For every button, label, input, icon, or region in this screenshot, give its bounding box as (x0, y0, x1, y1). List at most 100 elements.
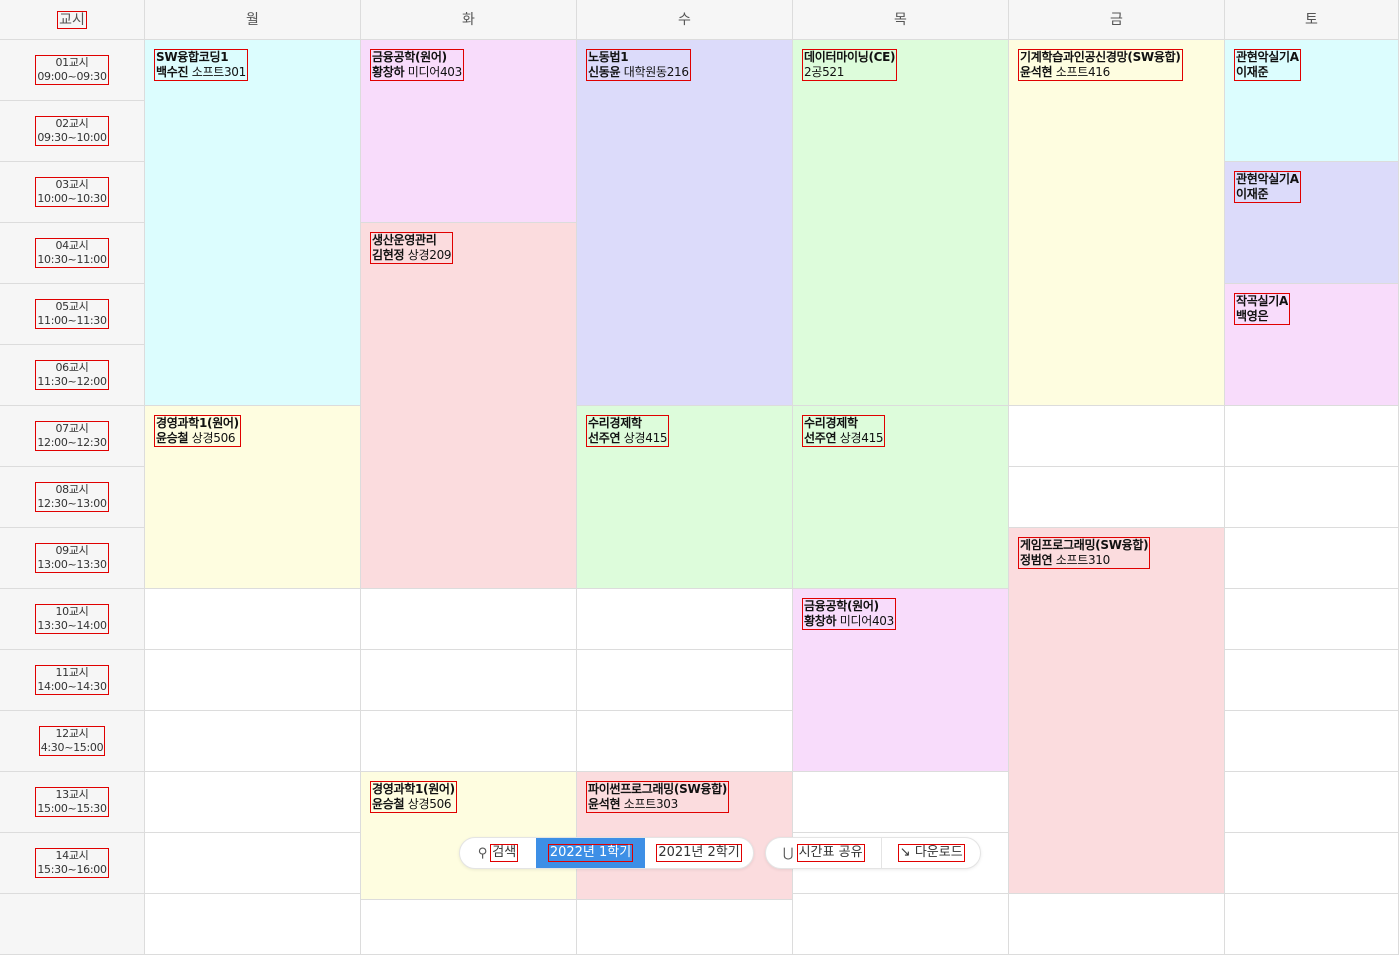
period-cell: 01교시 09:00~09:30 (0, 40, 145, 101)
period-time: 14:00~14:30 (37, 680, 107, 693)
timetable-grid: 교시 월 화 수 목 금 토 01교시 09:00~09:30 02교시 09:30~10:00 03… (0, 0, 1399, 955)
course-title: 파이썬프로그래밍(SW융합) (588, 782, 728, 796)
period-time: 15:30~16:00 (37, 863, 107, 876)
course-block[interactable]: 금융공학(원어) 황창하 미디어403 (793, 589, 1009, 772)
course-title: 생산운영관리 (372, 233, 437, 247)
empty-slot[interactable] (1225, 589, 1399, 650)
semester-pill: ⚲ 검색 2022년 1학기 2021년 2학기 (459, 837, 754, 869)
period-label: 12교시 4:30~15:00 (38, 726, 106, 756)
course-detail: 황창하 미디어403 (804, 614, 894, 629)
day-header-label: 토 (1305, 11, 1318, 28)
course-block[interactable]: 데이터마이닝(CE) 2공521 (793, 40, 1009, 406)
course-professor: 백영은 (1236, 309, 1269, 323)
course-label: 데이터마이닝(CE) 2공521 (802, 49, 898, 81)
empty-slot[interactable] (361, 650, 577, 711)
empty-slot[interactable] (145, 833, 361, 894)
course-title: 금융공학(원어) (372, 50, 447, 64)
course-block[interactable]: 게임프로그래밍(SW융합) 정범연 소프트310 (1009, 528, 1225, 894)
period-cell: 11교시 14:00~14:30 (0, 650, 145, 711)
empty-slot[interactable] (361, 589, 577, 650)
empty-slot[interactable] (577, 650, 793, 711)
empty-slot[interactable] (361, 711, 577, 772)
course-professor: 황창하 (372, 65, 405, 79)
course-label: 노동법1 신동윤 대학원동216 (586, 49, 691, 81)
empty-slot[interactable] (145, 772, 361, 833)
empty-slot[interactable] (1009, 467, 1225, 528)
course-block[interactable]: 관현악실기A 이재준 (1225, 40, 1399, 162)
download-label: 다운로드 (914, 845, 963, 860)
empty-slot[interactable] (145, 894, 361, 955)
period-label: 08교시 12:30~13:00 (35, 482, 109, 512)
semester-tab-current[interactable]: 2022년 1학기 (536, 838, 645, 868)
empty-slot[interactable] (793, 772, 1009, 833)
empty-slot[interactable] (145, 650, 361, 711)
share-timetable-button[interactable]: ⋃ 시간표 공유 (766, 838, 881, 868)
period-name: 08교시 (55, 483, 89, 496)
empty-slot[interactable] (577, 711, 793, 772)
course-block[interactable]: 수리경제학 선주연 상경415 (577, 406, 793, 589)
course-block[interactable]: 관현악실기A 이재준 (1225, 162, 1399, 284)
course-room: 소프트310 (1055, 553, 1111, 567)
course-detail: 윤승철 상경506 (156, 431, 239, 446)
period-cell: 06교시 11:30~12:00 (0, 345, 145, 406)
period-cell: 03교시 10:00~10:30 (0, 162, 145, 223)
course-block[interactable]: 기계학습과인공신경망(SW융합) 윤석현 소프트416 (1009, 40, 1225, 406)
course-block[interactable]: SW융합코딩1 백수진 소프트301 (145, 40, 361, 406)
course-block[interactable]: 파이썬프로그래밍(SW융합) 윤석현 소프트303 (577, 772, 793, 900)
period-name: 06교시 (55, 361, 89, 374)
course-label: 기계학습과인공신경망(SW융합) 윤석현 소프트416 (1018, 49, 1183, 81)
empty-slot[interactable] (1225, 894, 1399, 955)
download-label-box: ↘ 다운로드 (897, 844, 965, 862)
course-detail: 이재준 (1236, 187, 1299, 202)
empty-slot[interactable] (1009, 406, 1225, 467)
course-block[interactable]: 작곡실기A 백영은 (1225, 284, 1399, 406)
download-button[interactable]: ↘ 다운로드 (882, 838, 980, 868)
course-detail: 백영은 (1236, 309, 1288, 324)
course-professor: 윤승철 (156, 431, 189, 445)
empty-slot[interactable] (1225, 467, 1399, 528)
action-pill: ⋃ 시간표 공유 ↘ 다운로드 (765, 837, 981, 869)
empty-slot[interactable] (577, 894, 793, 955)
course-professor: 선주연 (804, 431, 837, 445)
empty-slot[interactable] (793, 894, 1009, 955)
period-cell: 08교시 12:30~13:00 (0, 467, 145, 528)
course-block[interactable]: 경영과학1(원어) 윤승철 상경506 (361, 772, 577, 900)
course-block[interactable]: 경영과학1(원어) 윤승철 상경506 (145, 406, 361, 589)
empty-slot[interactable] (361, 894, 577, 955)
course-block[interactable]: 노동법1 신동윤 대학원동216 (577, 40, 793, 406)
empty-slot[interactable] (1225, 650, 1399, 711)
empty-slot[interactable] (577, 589, 793, 650)
period-cell: 10교시 13:30~14:00 (0, 589, 145, 650)
semester-tab-previous[interactable]: 2021년 2학기 (645, 838, 753, 868)
period-time: 4:30~15:00 (40, 741, 104, 754)
empty-slot[interactable] (145, 711, 361, 772)
course-title: 경영과학1(원어) (156, 416, 239, 430)
empty-slot[interactable] (1009, 894, 1225, 955)
course-title: 기계학습과인공신경망(SW융합) (1020, 50, 1181, 64)
empty-slot[interactable] (145, 589, 361, 650)
course-room: 소프트416 (1055, 65, 1111, 79)
course-professor: 정범연 (1020, 553, 1053, 567)
course-label: 금융공학(원어) 황창하 미디어403 (802, 598, 896, 630)
search-button[interactable]: ⚲ 검색 (460, 838, 536, 868)
period-name: 04교시 (55, 239, 89, 252)
period-name: 03교시 (55, 178, 89, 191)
course-block[interactable]: 금융공학(원어) 황창하 미디어403 (361, 40, 577, 223)
period-label: 04교시 10:30~11:00 (35, 238, 109, 268)
period-label: 11교시 14:00~14:30 (35, 665, 109, 695)
course-room: 소프트303 (623, 797, 679, 811)
course-professor: 이재준 (1236, 65, 1269, 79)
empty-slot[interactable] (1225, 528, 1399, 589)
course-room: 상경415 (839, 431, 884, 445)
course-block[interactable]: 수리경제학 선주연 상경415 (793, 406, 1009, 589)
period-time: 10:00~10:30 (37, 192, 107, 205)
empty-slot[interactable] (1225, 711, 1399, 772)
empty-slot[interactable] (1225, 406, 1399, 467)
empty-slot[interactable] (1225, 833, 1399, 894)
period-time: 09:30~10:00 (37, 131, 107, 144)
course-block[interactable]: 생산운영관리 김현정 상경209 (361, 223, 577, 589)
period-cell: 02교시 09:30~10:00 (0, 101, 145, 162)
empty-slot[interactable] (1225, 772, 1399, 833)
period-label: 14교시 15:30~16:00 (35, 848, 109, 878)
search-icon: ⚲ (477, 845, 488, 861)
